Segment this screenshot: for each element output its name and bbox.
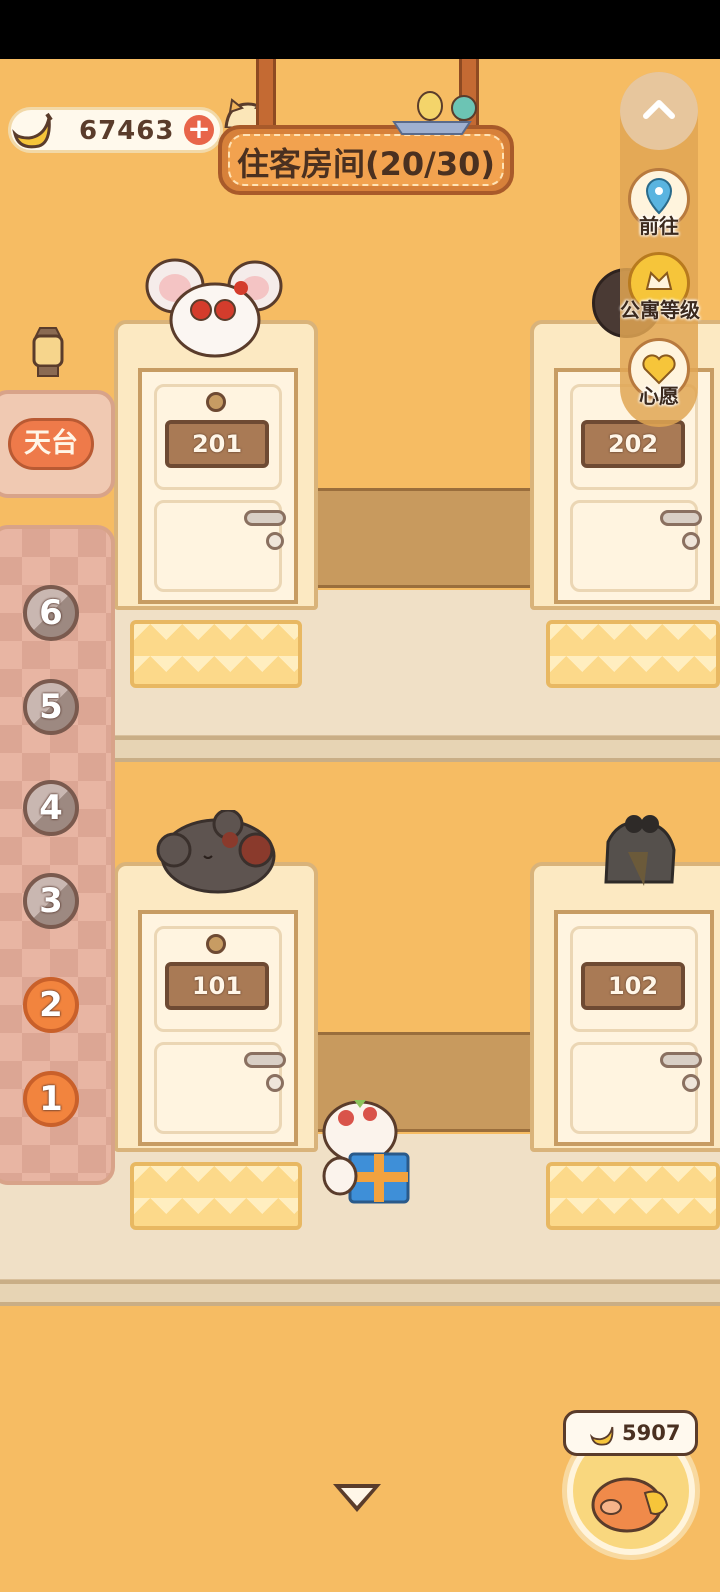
floor-divider-lower: [0, 1280, 720, 1306]
door-lock: [266, 1074, 284, 1092]
corridor-wall-upper: [300, 488, 540, 588]
piggy-bank-bubble[interactable]: 5907: [563, 1410, 698, 1456]
room-201-doormat: [130, 620, 302, 688]
door-handle: [244, 1052, 286, 1068]
banana-coin-icon: [588, 1421, 616, 1449]
rooftop-button[interactable]: 天台: [8, 418, 94, 470]
room-101-doormat: [130, 1162, 302, 1230]
goto-label: 前往: [639, 214, 679, 238]
page-title: 住客房间(20/30): [236, 145, 495, 183]
goto-button[interactable]: 前往: [623, 168, 695, 239]
status-bar: [0, 0, 720, 59]
room-102-doormat: [546, 1162, 720, 1230]
floor-1-button[interactable]: 1: [23, 1071, 79, 1127]
door-handle: [660, 1052, 702, 1068]
collapse-menu-button[interactable]: [620, 72, 698, 150]
chevron-up-icon: [643, 100, 675, 119]
room-202-sign: 202: [581, 420, 685, 468]
room-102-door[interactable]: [554, 910, 714, 1146]
door-lock: [266, 532, 284, 550]
floor-4-button[interactable]: 4: [23, 780, 79, 836]
door-handle: [660, 510, 702, 526]
rooftop-lamp-icon: [22, 322, 74, 382]
piggy-bank-amount: 5907: [622, 1421, 681, 1445]
coin-balance: 67463 +: [8, 107, 223, 153]
floor-divider-upper: [115, 736, 720, 762]
door-lock: [682, 532, 700, 550]
wish-button[interactable]: 心愿: [623, 338, 695, 409]
birds-icon: [392, 86, 496, 136]
apartment-level-button[interactable]: 公寓等级: [620, 252, 700, 323]
add-coins-button[interactable]: +: [184, 115, 214, 145]
floor-2-button[interactable]: 2: [23, 977, 79, 1033]
chevron-down-icon: [341, 1488, 373, 1506]
door-lock: [682, 1074, 700, 1092]
door-handle: [244, 510, 286, 526]
floor-3-button[interactable]: 3: [23, 873, 79, 929]
grey-guest-avatar-101[interactable]: [156, 808, 280, 894]
guest-character-with-gift[interactable]: [310, 1092, 420, 1212]
room-101-sign: 101: [165, 962, 269, 1010]
floor-6-button[interactable]: 6: [23, 585, 79, 641]
room-202-doormat: [546, 620, 720, 688]
crow-guest-avatar-102[interactable]: [598, 812, 680, 890]
coin-amount: 67463: [79, 116, 175, 146]
banana-coin-icon: [9, 108, 55, 154]
sign-rope-left: [256, 59, 276, 129]
apartment-level-label: 公寓等级: [620, 298, 700, 322]
sign-hook: [206, 392, 226, 412]
mouse-guest-avatar-201[interactable]: [145, 258, 285, 358]
room-201-sign: 201: [165, 420, 269, 468]
wish-label: 心愿: [639, 384, 679, 408]
room-102-sign: 102: [581, 962, 685, 1010]
sign-hook: [206, 934, 226, 954]
floor-5-button[interactable]: 5: [23, 679, 79, 735]
